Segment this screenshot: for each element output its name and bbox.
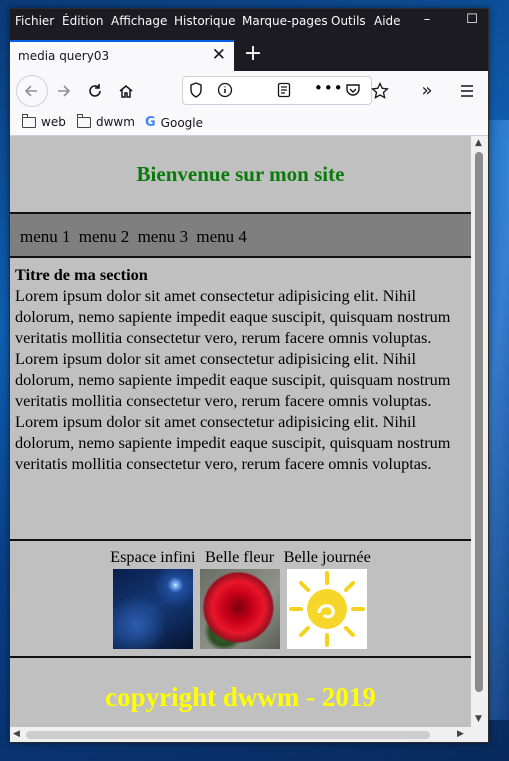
section-title: Titre de ma section <box>15 265 148 284</box>
copyright-text: copyright dwwm - 2019 <box>105 682 376 712</box>
vertical-scrollbar[interactable]: ▲ ▼ <box>471 136 487 727</box>
page-content: Bienvenue sur mon site menu 1 menu 2 men… <box>10 136 471 727</box>
new-tab-button[interactable]: + <box>242 41 264 66</box>
maximize-button[interactable]: ☐ <box>458 12 486 27</box>
bookmark-google[interactable]: G Google <box>145 115 203 130</box>
site-nav: menu 1 menu 2 menu 3 menu 4 <box>10 214 471 258</box>
menu-historique[interactable]: Historique <box>174 14 236 28</box>
overflow-icon[interactable]: » <box>415 79 439 103</box>
menu-icon[interactable] <box>455 79 479 103</box>
browser-window: Fichier Édition Affichage Historique Mar… <box>9 8 489 743</box>
bookmark-web[interactable]: web <box>22 113 66 129</box>
shield-icon[interactable] <box>189 82 203 102</box>
figure-space: Espace infini <box>110 547 196 649</box>
paragraph: Lorem ipsum dolor sit amet consectetur a… <box>15 412 451 473</box>
bookmark-label: dwwm <box>96 115 135 129</box>
scrollbar-thumb[interactable] <box>475 152 483 692</box>
paragraph: Lorem ipsum dolor sit amet consectetur a… <box>15 349 451 410</box>
bookmark-label: Google <box>160 115 203 130</box>
tab-title: media query03 <box>18 49 110 63</box>
site-footer: copyright dwwm - 2019 <box>10 658 471 726</box>
back-icon[interactable] <box>16 75 48 107</box>
folder-icon <box>22 113 36 128</box>
scrollbar-thumb[interactable] <box>26 731 430 739</box>
bookmark-label: web <box>41 115 66 129</box>
content-section: Titre de ma section Lorem ipsum dolor si… <box>10 258 471 541</box>
site-title: Bienvenue sur mon site <box>136 162 345 186</box>
space-image <box>112 569 193 649</box>
menu-aide[interactable]: Aide <box>374 14 401 28</box>
tab-media-query03[interactable]: media query03 ✕ <box>10 40 234 71</box>
reader-icon[interactable] <box>277 82 291 102</box>
rose-image <box>199 569 280 649</box>
folder-icon <box>77 113 91 128</box>
url-bar[interactable]: ••• <box>182 76 372 105</box>
scroll-up-icon[interactable]: ▲ <box>475 138 482 148</box>
menu-marque-pages[interactable]: Marque-pages <box>242 14 328 28</box>
star-icon[interactable] <box>368 79 392 103</box>
menu-edition[interactable]: Édition <box>62 14 104 28</box>
sun-image <box>287 569 368 649</box>
paragraph: Lorem ipsum dolor sit amet consectetur a… <box>15 286 451 347</box>
tab-bar: media query03 ✕ + <box>10 37 488 71</box>
bookmarks-toolbar: web dwwm G Google <box>10 111 488 136</box>
more-icon[interactable]: ••• <box>314 79 344 97</box>
reload-icon[interactable] <box>83 79 107 103</box>
home-icon[interactable] <box>114 79 138 103</box>
nav-menu-1[interactable]: menu 1 <box>20 227 71 246</box>
scroll-right-icon[interactable]: ▶ <box>457 729 464 739</box>
info-icon[interactable] <box>217 82 233 102</box>
menu-affichage[interactable]: Affichage <box>111 14 167 28</box>
menu-outils[interactable]: Outils <box>331 14 366 28</box>
close-tab-icon[interactable]: ✕ <box>212 45 226 65</box>
menu-fichier[interactable]: Fichier <box>15 14 54 28</box>
horizontal-scrollbar[interactable]: ◀ ▶ <box>10 727 471 742</box>
pocket-icon[interactable] <box>345 82 361 102</box>
figure-flower: Belle fleur <box>199 547 280 649</box>
scroll-left-icon[interactable]: ◀ <box>13 729 20 739</box>
minimize-button[interactable]: – <box>413 12 441 27</box>
bookmark-dwwm[interactable]: dwwm <box>77 113 135 129</box>
figure-caption: Espace infini <box>110 547 196 566</box>
image-gallery: Espace infini Belle fleur Belle journée <box>10 541 471 658</box>
figure-caption: Belle fleur <box>205 547 275 566</box>
site-header: Bienvenue sur mon site <box>10 136 471 214</box>
figure-caption: Belle journée <box>283 547 371 566</box>
scroll-down-icon[interactable]: ▼ <box>475 714 482 724</box>
figure-sun: Belle journée <box>284 547 371 649</box>
navigation-toolbar: ••• » <box>10 71 488 111</box>
nav-menu-3[interactable]: menu 3 <box>138 227 189 246</box>
nav-menu-4[interactable]: menu 4 <box>196 227 247 246</box>
nav-menu-2[interactable]: menu 2 <box>79 227 130 246</box>
forward-icon[interactable] <box>51 79 75 103</box>
google-icon: G <box>145 115 156 130</box>
menu-bar: Fichier Édition Affichage Historique Mar… <box>10 9 488 37</box>
